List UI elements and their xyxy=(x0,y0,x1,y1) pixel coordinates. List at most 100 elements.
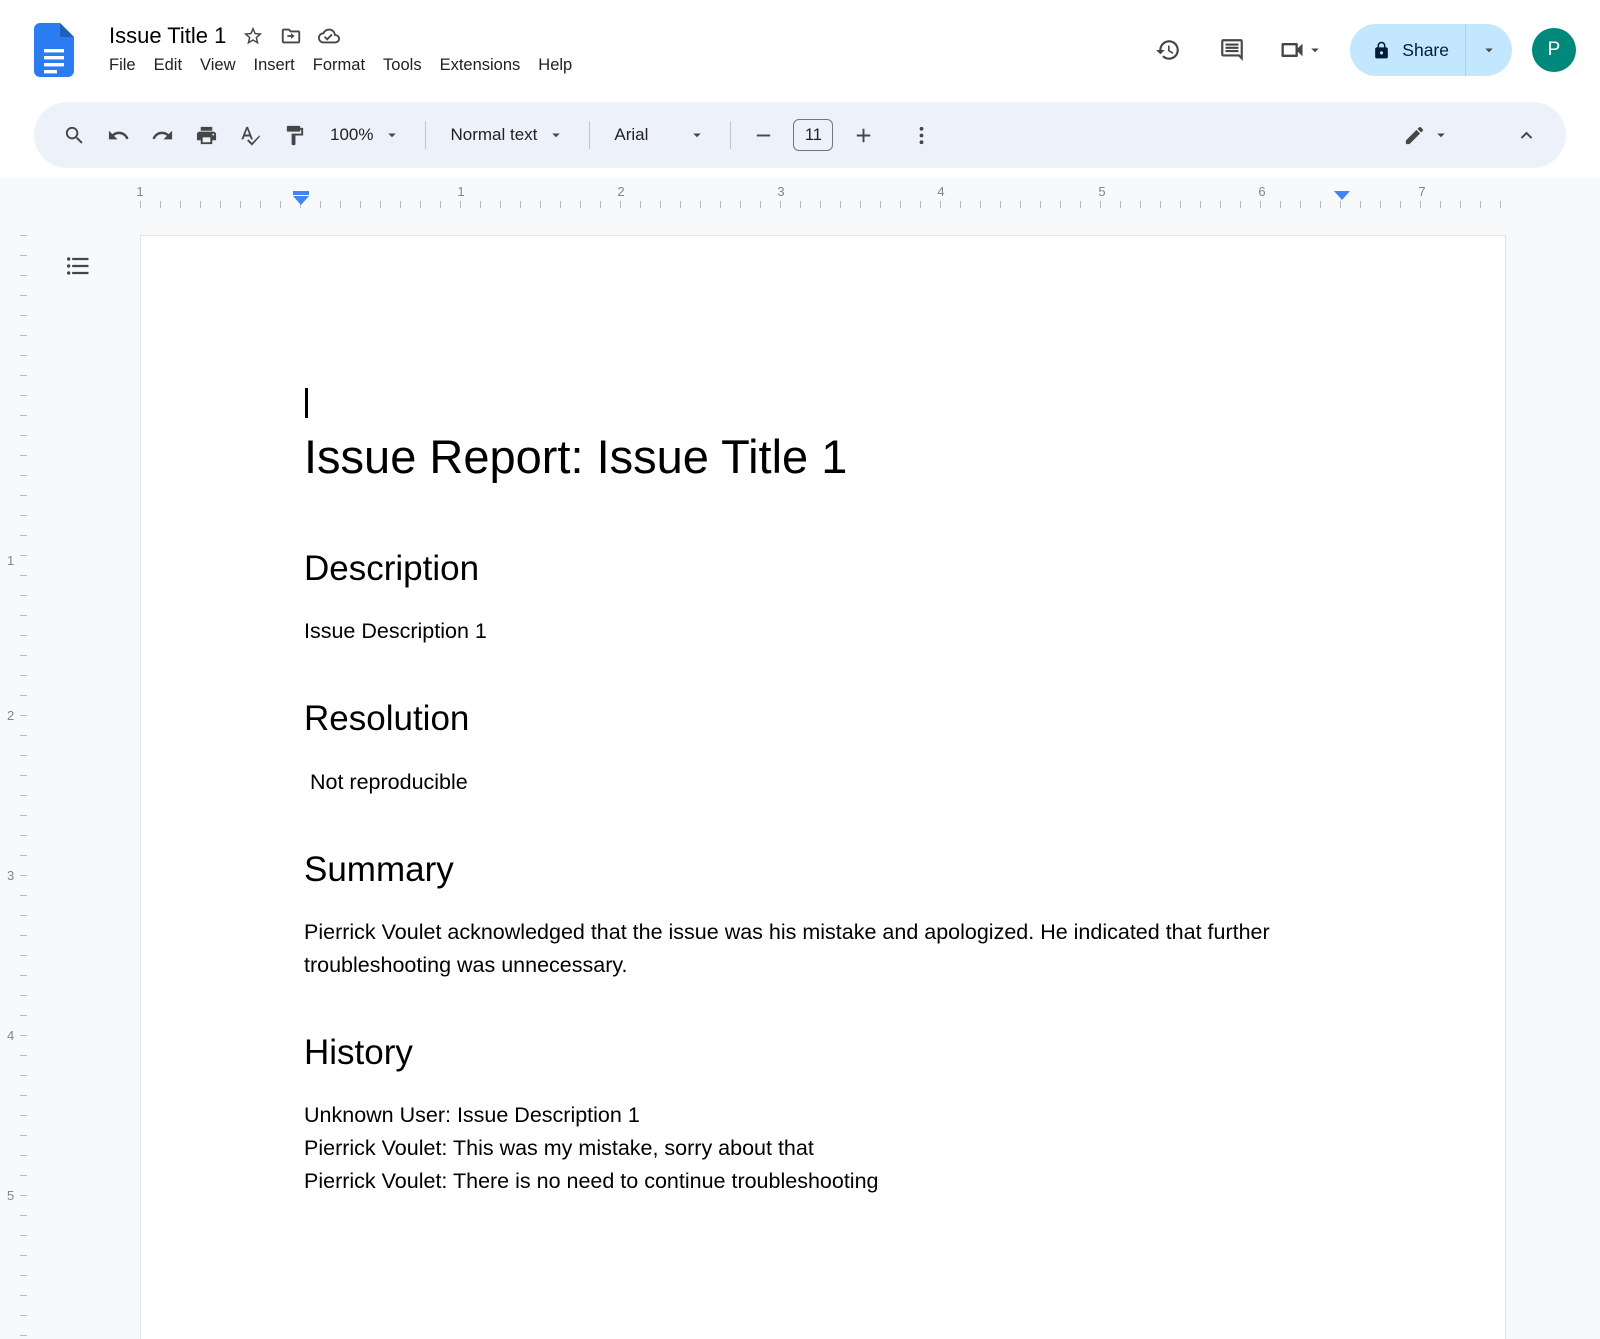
document-outline-button[interactable] xyxy=(56,244,100,288)
page-content[interactable]: Issue Report: Issue Title 1 Description … xyxy=(141,236,1505,1198)
title-area: Issue Title 1 File Edit View Insert Form… xyxy=(100,23,581,78)
chevron-down-icon xyxy=(547,126,565,144)
chevron-down-icon xyxy=(1306,41,1324,59)
menu-item-extensions[interactable]: Extensions xyxy=(431,53,530,78)
minus-icon xyxy=(752,124,775,147)
menu-item-format[interactable]: Format xyxy=(304,53,374,78)
toolbar-strip: 100% Normal text Arial xyxy=(0,100,1600,180)
editing-mode-select[interactable] xyxy=(1391,113,1462,157)
video-call-button[interactable] xyxy=(1278,36,1324,64)
print-button[interactable] xyxy=(184,113,228,157)
ruler-number: 4 xyxy=(937,184,944,199)
section-paragraph[interactable]: Pierrick Voulet: There is no need to con… xyxy=(304,1165,1342,1198)
ruler-number: 6 xyxy=(1258,184,1265,199)
header-actions: Share P xyxy=(1128,24,1576,76)
chevron-down-icon xyxy=(383,126,401,144)
ruler-ticks xyxy=(20,235,27,1339)
font-size-control: 11 xyxy=(741,113,885,157)
docs-logo-icon[interactable] xyxy=(34,23,74,77)
toolbar-divider xyxy=(730,121,731,149)
left-indent-marker[interactable] xyxy=(293,196,309,205)
ruler-number: 7 xyxy=(1418,184,1425,199)
vertical-ruler[interactable]: 1 2 3 4 5 xyxy=(0,178,30,1339)
ruler-number: 1 xyxy=(7,553,14,568)
ruler-ticks xyxy=(140,201,1506,208)
toolbar-divider xyxy=(589,121,590,149)
more-toolbar-options-button[interactable] xyxy=(899,113,943,157)
spellcheck-icon xyxy=(239,124,262,147)
video-camera-icon xyxy=(1278,36,1306,64)
section-heading-history[interactable]: History xyxy=(304,1032,1342,1073)
increase-font-size-button[interactable] xyxy=(841,113,885,157)
section-paragraph[interactable]: Pierrick Voulet: This was my mistake, so… xyxy=(304,1132,1342,1165)
ruler-number: 2 xyxy=(7,708,14,723)
doc-title-text[interactable]: Issue Report: Issue Title 1 xyxy=(304,430,1342,484)
ruler-number: 3 xyxy=(7,868,14,883)
section-paragraph[interactable]: Pierrick Voulet acknowledged that the is… xyxy=(304,916,1342,982)
menu-item-edit[interactable]: Edit xyxy=(145,53,191,78)
search-icon xyxy=(63,124,86,147)
chevron-down-icon xyxy=(688,126,706,144)
menu-item-file[interactable]: File xyxy=(100,53,145,78)
redo-icon xyxy=(151,124,174,147)
menu-item-help[interactable]: Help xyxy=(529,53,581,78)
plus-icon xyxy=(852,124,875,147)
document-page[interactable]: Issue Report: Issue Title 1 Description … xyxy=(140,235,1506,1339)
undo-button[interactable] xyxy=(96,113,140,157)
ruler-number: 5 xyxy=(7,1188,14,1203)
kebab-icon xyxy=(910,124,933,147)
section-paragraph[interactable]: Issue Description 1 xyxy=(304,615,1342,648)
paragraph-style-value: Normal text xyxy=(450,125,537,145)
share-dropdown-button[interactable] xyxy=(1466,24,1512,76)
section-heading-summary[interactable]: Summary xyxy=(304,849,1342,890)
section-heading-description[interactable]: Description xyxy=(304,548,1342,589)
search-menus-button[interactable] xyxy=(52,113,96,157)
ruler-number: 5 xyxy=(1098,184,1105,199)
pencil-icon xyxy=(1403,124,1426,147)
font-family-select[interactable]: Arial xyxy=(600,113,720,157)
zoom-value: 100% xyxy=(330,125,373,145)
menu-item-view[interactable]: View xyxy=(191,53,244,78)
document-canvas: 1 1 2 3 4 5 6 7 1 2 3 4 5 Issue Rep xyxy=(0,178,1600,1339)
comments-button[interactable] xyxy=(1208,26,1256,74)
redo-button[interactable] xyxy=(140,113,184,157)
section-heading-resolution[interactable]: Resolution xyxy=(304,698,1342,739)
first-line-indent-marker[interactable] xyxy=(293,191,309,195)
menu-item-tools[interactable]: Tools xyxy=(374,53,431,78)
move-folder-icon[interactable] xyxy=(280,25,302,47)
paint-format-button[interactable] xyxy=(272,113,316,157)
share-button-label: Share xyxy=(1402,40,1449,61)
text-cursor xyxy=(305,388,308,418)
menu-bar: File Edit View Insert Format Tools Exten… xyxy=(100,53,581,78)
right-indent-marker[interactable] xyxy=(1334,191,1350,200)
undo-icon xyxy=(107,124,130,147)
font-size-input[interactable]: 11 xyxy=(793,119,833,151)
toolbar: 100% Normal text Arial xyxy=(34,102,1566,168)
horizontal-ruler[interactable]: 1 1 2 3 4 5 6 7 xyxy=(0,178,1600,210)
print-icon xyxy=(195,124,218,147)
ruler-number: 1 xyxy=(457,184,464,199)
ruler-number: 1 xyxy=(136,184,143,199)
ruler-number: 3 xyxy=(777,184,784,199)
share-button[interactable]: Share xyxy=(1350,24,1465,76)
hide-menus-button[interactable] xyxy=(1504,113,1548,157)
ruler-number: 2 xyxy=(617,184,624,199)
document-title[interactable]: Issue Title 1 xyxy=(109,23,226,49)
star-icon[interactable] xyxy=(242,25,264,47)
chevron-down-icon xyxy=(1432,126,1450,144)
section-paragraph[interactable]: Unknown User: Issue Description 1 xyxy=(304,1099,1342,1132)
paragraph-style-select[interactable]: Normal text xyxy=(436,113,579,157)
outline-list-icon xyxy=(64,252,92,280)
menu-item-insert[interactable]: Insert xyxy=(245,53,304,78)
account-avatar[interactable]: P xyxy=(1532,28,1576,72)
version-history-button[interactable] xyxy=(1144,26,1192,74)
cloud-status-icon[interactable] xyxy=(318,25,340,47)
section-paragraph[interactable]: Not reproducible xyxy=(304,766,1342,799)
share-button-group: Share xyxy=(1350,24,1512,76)
font-family-value: Arial xyxy=(614,125,678,145)
spellcheck-button[interactable] xyxy=(228,113,272,157)
zoom-select[interactable]: 100% xyxy=(316,113,415,157)
decrease-font-size-button[interactable] xyxy=(741,113,785,157)
chevron-down-icon xyxy=(1480,41,1498,59)
header: Issue Title 1 File Edit View Insert Form… xyxy=(0,0,1600,100)
